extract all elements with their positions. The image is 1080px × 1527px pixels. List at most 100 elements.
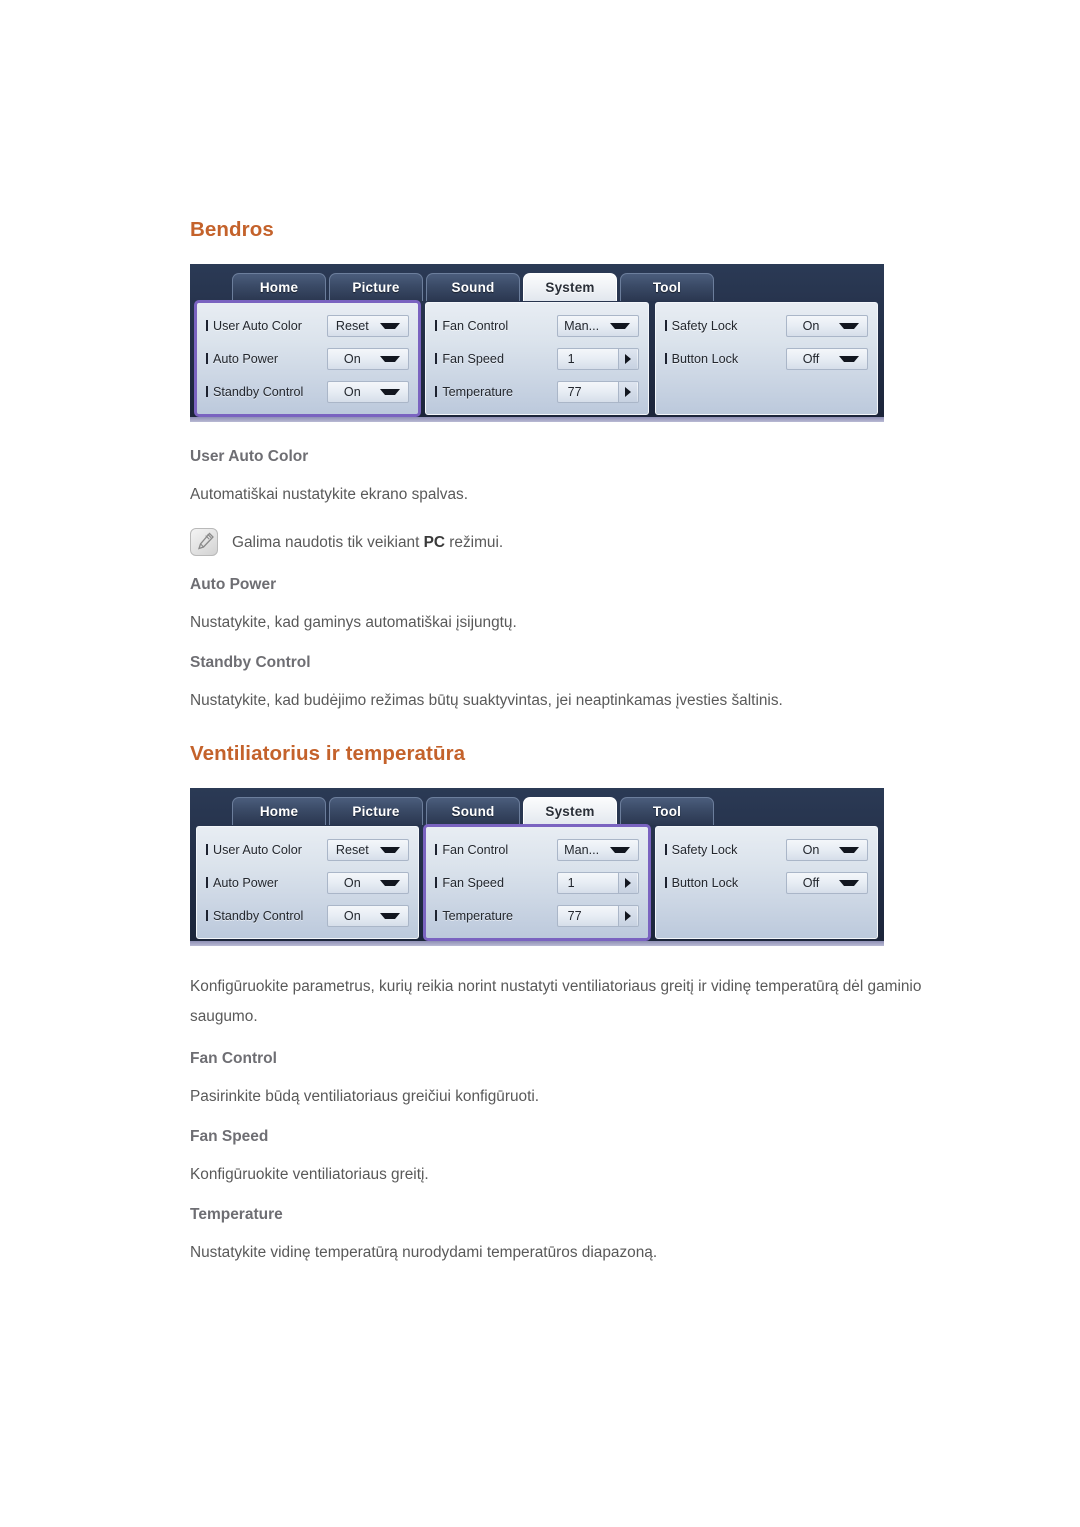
osd-tab-home[interactable]: Home — [232, 273, 326, 301]
osd-label-text: Fan Control — [442, 318, 509, 333]
osd-dropdown-standby-control[interactable]: On — [327, 904, 410, 927]
osd-dropdown-auto-power[interactable]: On — [327, 871, 410, 894]
osd-label-text: Button Lock — [671, 351, 739, 366]
osd-row-user-auto-color[interactable]: User Auto Color Reset — [206, 836, 410, 863]
osd-stepper-temperature[interactable]: 77 — [556, 380, 639, 403]
osd-stepper-fan-speed[interactable]: 1 — [556, 347, 639, 370]
chevron-right-icon[interactable] — [617, 905, 637, 926]
osd-value-text: Man... — [564, 842, 600, 857]
osd-row-button-lock[interactable]: Button Lock Off — [664, 345, 868, 372]
note-text-bold: PC — [423, 534, 446, 551]
osd-tab-tool[interactable]: Tool — [620, 797, 714, 825]
osd-row-label: User Auto Color — [206, 319, 327, 333]
osd-value-text: On — [343, 351, 361, 366]
bullet-icon — [435, 910, 438, 921]
osd-row-fan-speed[interactable]: Fan Speed 1 — [435, 869, 639, 896]
osd-row-fan-speed[interactable]: Fan Speed 1 — [435, 345, 639, 372]
osd-tab-system[interactable]: System — [523, 273, 617, 301]
osd-row-standby-control[interactable]: Standby Control On — [206, 378, 410, 405]
osd-dropdown-standby-control[interactable]: On — [327, 380, 410, 403]
subheading-temperature: Temperature — [190, 1206, 283, 1223]
osd-value-text: On — [343, 908, 361, 923]
osd-value-text: Reset — [335, 842, 369, 857]
osd-row-user-auto-color[interactable]: User Auto Color Reset — [206, 312, 410, 339]
osd-tab-bar: Home Picture Sound System Tool — [196, 794, 878, 825]
osd-row-button-lock[interactable]: Button Lock Off — [664, 869, 868, 896]
bullet-icon — [206, 353, 208, 364]
osd-tab-label: Picture — [352, 280, 400, 295]
osd-label-text: Standby Control — [213, 384, 304, 399]
osd-stepper-temperature[interactable]: 77 — [556, 904, 639, 927]
osd-row-safety-lock[interactable]: Safety Lock On — [664, 312, 868, 339]
osd-value-text: On — [343, 384, 361, 399]
osd-value-text: 1 — [567, 875, 575, 890]
section-heading-ventiliatorius: Ventiliatorius ir temperatūra — [190, 742, 466, 765]
osd-row-auto-power[interactable]: Auto Power On — [206, 345, 410, 372]
osd-tab-system[interactable]: System — [523, 797, 617, 825]
osd-row-temperature[interactable]: Temperature 77 — [435, 902, 639, 929]
osd-row-fan-control[interactable]: Fan Control Man... — [435, 312, 639, 339]
note-callout: Galima naudotis tik veikiant PC režimui. — [190, 526, 980, 558]
chevron-down-icon — [380, 355, 401, 362]
osd-panel-general: User Auto Color Reset Auto Power On Stan… — [193, 300, 422, 417]
osd-tab-sound[interactable]: Sound — [426, 797, 520, 825]
osd-dropdown-button-lock[interactable]: Off — [785, 871, 868, 894]
osd-dropdown-button-lock[interactable]: Off — [785, 347, 868, 370]
osd-label-text: Safety Lock — [671, 842, 738, 857]
osd-dropdown-fan-control[interactable]: Man... — [556, 838, 639, 861]
osd-value-text: 1 — [567, 351, 575, 366]
osd-dropdown-auto-power[interactable]: On — [327, 347, 410, 370]
osd-tab-picture[interactable]: Picture — [329, 273, 423, 301]
subheading-user-auto-color: User Auto Color — [190, 448, 309, 465]
osd-tab-tool[interactable]: Tool — [620, 273, 714, 301]
subheading-auto-power: Auto Power — [190, 576, 277, 593]
osd-base-bar — [190, 417, 884, 422]
osd-tab-sound[interactable]: Sound — [426, 273, 520, 301]
osd-value-text: Off — [802, 875, 820, 890]
note-text-before: Galima naudotis tik veikiant — [232, 534, 424, 551]
osd-dropdown-user-auto-color[interactable]: Reset — [327, 838, 410, 861]
osd-panel-lock: Safety Lock On Button Lock Off — [654, 302, 878, 415]
osd-panel-fan-temperature: Fan Control Man... Fan Speed 1 Temperatu… — [423, 824, 651, 941]
chevron-down-icon — [838, 322, 859, 329]
section-heading-bendros: Bendros — [190, 218, 274, 241]
osd-tab-label: Home — [259, 280, 299, 295]
osd-stepper-fan-speed[interactable]: 1 — [556, 871, 639, 894]
osd-row-standby-control[interactable]: Standby Control On — [206, 902, 410, 929]
osd-row-fan-control[interactable]: Fan Control Man... — [435, 836, 639, 863]
osd-panel-fan-temperature: Fan Control Man... Fan Speed 1 Temperatu… — [425, 302, 649, 415]
note-text: Galima naudotis tik veikiant PC režimui. — [232, 526, 503, 558]
osd-value-text: 77 — [567, 384, 582, 399]
osd-row-label: Button Lock — [664, 351, 786, 366]
paragraph-standby-control: Nustatykite, kad budėjimo režimas būtų s… — [190, 692, 783, 709]
bullet-icon — [435, 320, 438, 331]
osd-dropdown-fan-control[interactable]: Man... — [556, 314, 639, 337]
chevron-right-icon[interactable] — [617, 348, 637, 369]
bullet-icon — [435, 353, 438, 364]
bullet-icon — [435, 844, 438, 855]
osd-row-safety-lock[interactable]: Safety Lock On — [664, 836, 868, 863]
chevron-down-icon — [838, 355, 859, 362]
osd-tab-picture[interactable]: Picture — [329, 797, 423, 825]
osd-value-text: Off — [802, 351, 820, 366]
osd-dropdown-safety-lock[interactable]: On — [785, 838, 868, 861]
chevron-right-icon[interactable] — [617, 381, 637, 402]
osd-row-label: Safety Lock — [664, 319, 786, 333]
osd-value-text: On — [802, 318, 820, 333]
chevron-right-icon[interactable] — [617, 872, 637, 893]
osd-row-temperature[interactable]: Temperature 77 — [435, 378, 639, 405]
page-content: Bendros Home Picture Sound System Tool U… — [190, 0, 980, 1268]
osd-row-label: Auto Power — [206, 876, 327, 890]
osd-tab-label: Tool — [652, 280, 682, 295]
chevron-down-icon — [380, 912, 401, 919]
paragraph-user-auto-color: Automatiškai nustatykite ekrano spalvas. — [190, 486, 469, 503]
osd-tab-bar: Home Picture Sound System Tool — [196, 270, 878, 301]
subheading-fan-speed: Fan Speed — [190, 1128, 269, 1145]
chevron-down-icon — [609, 322, 630, 329]
bullet-icon — [664, 320, 667, 331]
osd-dropdown-user-auto-color[interactable]: Reset — [327, 314, 410, 337]
osd-tab-home[interactable]: Home — [232, 797, 326, 825]
osd-row-auto-power[interactable]: Auto Power On — [206, 869, 410, 896]
bullet-icon — [206, 877, 208, 888]
osd-dropdown-safety-lock[interactable]: On — [785, 314, 868, 337]
